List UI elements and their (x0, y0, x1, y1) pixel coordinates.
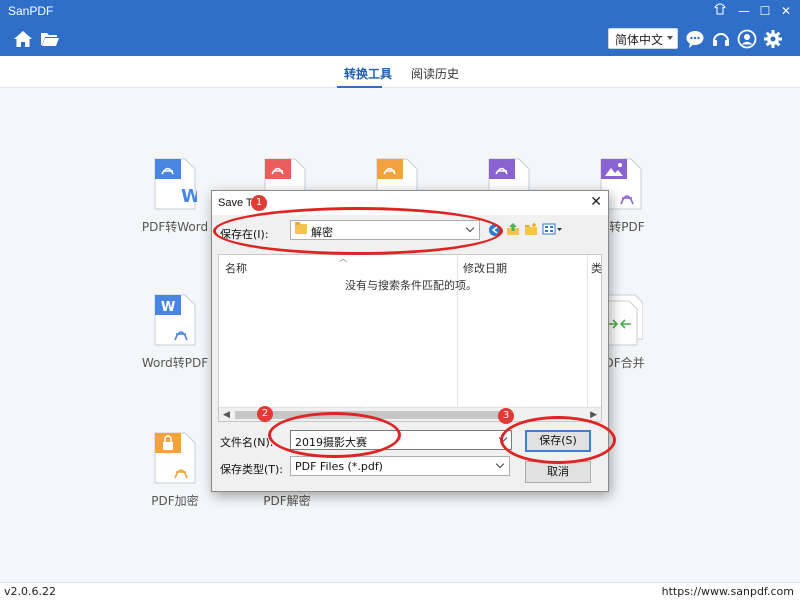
svg-text:W: W (181, 186, 197, 207)
scroll-right-icon[interactable]: ▶ (590, 410, 597, 420)
filetype-combo[interactable]: PDF Files (*.pdf) (290, 456, 510, 476)
home-icon[interactable] (13, 29, 33, 49)
chat-icon[interactable] (685, 29, 705, 49)
file-list[interactable]: 名称 ︿ 修改日期 类 没有与搜索条件匹配的项。 ◀ ▶ (218, 254, 602, 422)
app-title: SanPDF (8, 4, 54, 18)
column-type[interactable]: 类 (591, 260, 602, 276)
pdf-encrypt-icon (153, 432, 197, 484)
version-label: v2.0.6.22 (4, 585, 56, 598)
svg-text:W: W (161, 300, 175, 315)
headset-icon[interactable] (711, 29, 731, 49)
language-select[interactable]: 简体中文 (608, 28, 678, 49)
filetype-label: 保存类型(T): (220, 463, 284, 476)
annotation-badge-2: 2 (257, 406, 273, 422)
scroll-left-icon[interactable]: ◀ (223, 410, 230, 420)
word-to-pdf-icon: W (153, 294, 197, 346)
skin-icon[interactable] (712, 3, 728, 19)
view-menu-icon[interactable] (542, 222, 564, 239)
tab-convert-tools[interactable]: 转换工具 (344, 65, 392, 82)
dialog-close-icon[interactable]: ✕ (590, 194, 602, 210)
new-folder-icon[interactable] (524, 222, 538, 239)
chevron-down-icon (495, 459, 505, 469)
chevron-down-icon (667, 36, 673, 40)
tool-label: PDF解密 (263, 494, 311, 508)
annotation-ellipse-save-in (213, 207, 503, 255)
filetype-value: PDF Files (*.pdf) (295, 460, 383, 473)
annotation-ellipse-save (500, 416, 616, 464)
annotation-ellipse-filename (268, 412, 401, 458)
annotation-badge-1: 1 (251, 195, 267, 211)
tab-bar: 转换工具 阅读历史 (0, 56, 800, 88)
close-button[interactable]: ✕ (778, 3, 794, 19)
column-name[interactable]: 名称 (225, 260, 247, 276)
app-titlebar: SanPDF — ☐ ✕ (0, 0, 800, 22)
maximize-button[interactable]: ☐ (757, 3, 773, 19)
tool-label: PDF加密 (151, 494, 199, 508)
annotation-badge-3: 3 (498, 408, 514, 424)
gear-icon[interactable] (763, 29, 783, 49)
status-bar: v2.0.6.22 https://www.sanpdf.com (0, 582, 800, 600)
folder-icon[interactable] (40, 29, 60, 49)
tab-reading-history[interactable]: 阅读历史 (411, 65, 459, 82)
user-icon[interactable] (737, 29, 757, 49)
filename-label: 文件名(N): (220, 436, 274, 449)
column-modified[interactable]: 修改日期 (463, 260, 507, 276)
pdf-to-word-icon: W (153, 158, 201, 210)
website-link[interactable]: https://www.sanpdf.com (662, 585, 794, 598)
main-toolbar: 简体中文 (0, 22, 800, 56)
minimize-button[interactable]: — (736, 3, 752, 19)
empty-message: 没有与搜索条件匹配的项。 (345, 279, 477, 292)
up-folder-icon[interactable] (506, 222, 520, 239)
cancel-button[interactable]: 取消 (525, 461, 591, 483)
language-value: 简体中文 (615, 33, 664, 47)
